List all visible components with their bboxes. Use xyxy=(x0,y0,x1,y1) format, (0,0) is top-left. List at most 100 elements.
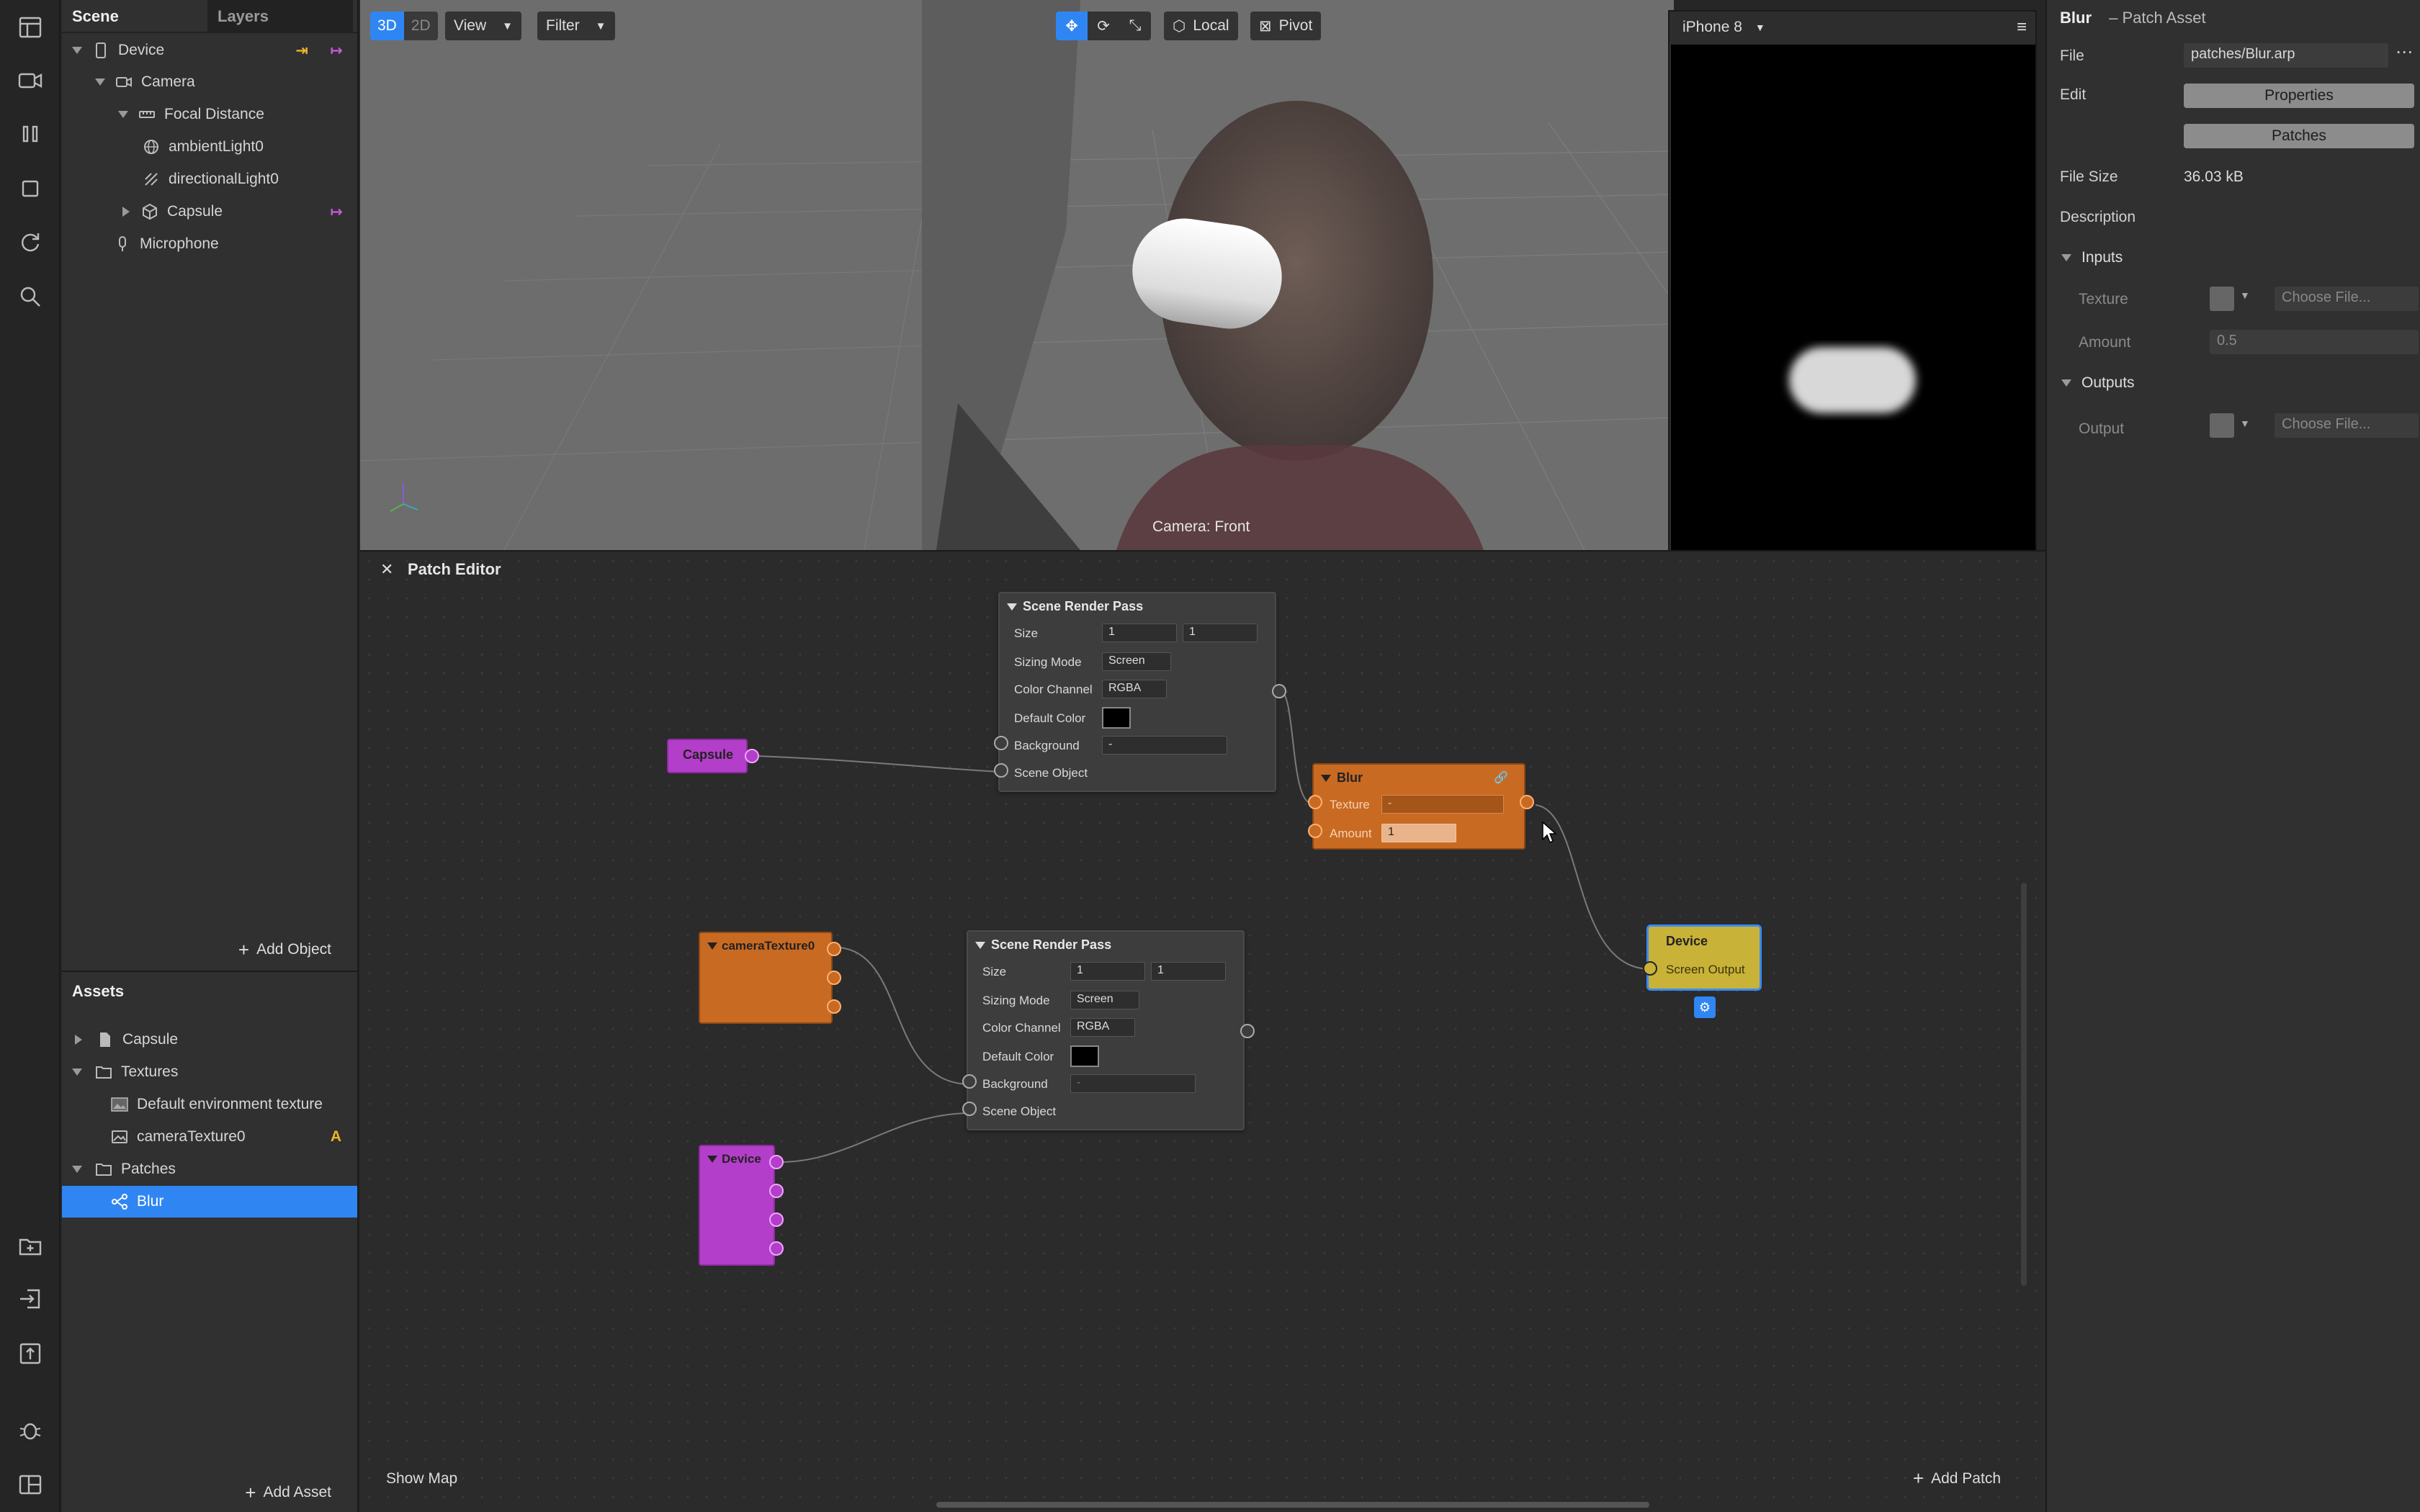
asset-item-blur[interactable]: Blur xyxy=(62,1186,357,1218)
size-x-field[interactable]: 1 xyxy=(1102,624,1177,642)
input-port[interactable] xyxy=(1643,961,1657,976)
output-port[interactable] xyxy=(827,942,841,956)
output-port[interactable] xyxy=(769,1155,784,1169)
size-y-field[interactable]: 1 xyxy=(1183,624,1258,642)
default-color-swatch[interactable] xyxy=(1102,707,1131,729)
export-icon[interactable] xyxy=(17,1341,43,1367)
expand-icon[interactable] xyxy=(122,207,130,217)
pin-icon[interactable]: ⇥ xyxy=(295,42,308,60)
output-swatch[interactable] xyxy=(2210,413,2234,438)
add-folder-icon[interactable] xyxy=(17,1233,43,1259)
color-channel-dropdown[interactable]: RGBA xyxy=(1102,680,1167,698)
expand-icon[interactable] xyxy=(72,1166,82,1173)
outputs-section[interactable]: Outputs xyxy=(2061,374,2135,392)
input-port[interactable] xyxy=(1308,795,1322,809)
mode-2d-button[interactable]: 2D xyxy=(404,12,438,40)
import-icon[interactable] xyxy=(17,1286,43,1312)
view-dropdown[interactable]: View ▼ xyxy=(445,12,521,40)
scale-icon[interactable]: ⤡ xyxy=(1119,12,1151,40)
tab-layers[interactable]: Layers xyxy=(207,0,353,32)
tree-item-capsule[interactable]: Capsule ↦ xyxy=(62,196,357,228)
chevron-down-icon[interactable]: ▼ xyxy=(2240,289,2250,301)
panel-layout-icon[interactable] xyxy=(17,1472,43,1498)
size-y-field[interactable]: 1 xyxy=(1151,962,1226,981)
tree-item-ambient-light[interactable]: ambientLight0 xyxy=(62,131,357,163)
show-map-button[interactable]: Show Map xyxy=(386,1470,457,1488)
asset-item-camera-texture[interactable]: cameraTexture0 A xyxy=(62,1121,357,1153)
camera-texture-node[interactable]: cameraTexture0 xyxy=(699,932,841,1024)
filter-dropdown[interactable]: Filter ▼ xyxy=(537,12,615,40)
output-port[interactable] xyxy=(1272,684,1286,698)
asset-item-patches[interactable]: Patches xyxy=(62,1153,357,1185)
pause-icon[interactable] xyxy=(17,121,43,147)
bug-icon[interactable] xyxy=(17,1417,43,1443)
input-port[interactable] xyxy=(962,1102,977,1116)
device-output-node[interactable]: Device Screen Output xyxy=(1643,924,1762,991)
texture-file-picker[interactable]: Choose File... xyxy=(2275,287,2419,311)
gear-icon[interactable]: ⚙ xyxy=(1694,996,1716,1018)
device-selector[interactable]: iPhone 8 ▼ xyxy=(1682,19,1765,36)
color-channel-dropdown[interactable]: RGBA xyxy=(1070,1018,1135,1037)
add-object-button[interactable]: + Add Object xyxy=(62,933,357,966)
output-port[interactable] xyxy=(769,1212,784,1227)
tab-scene[interactable]: Scene xyxy=(62,0,207,32)
expand-icon[interactable] xyxy=(72,1068,82,1076)
blur-node[interactable]: Blur 🔗 Texture - Amount 1 xyxy=(1308,763,1534,850)
background-dropdown[interactable]: - xyxy=(1102,736,1227,755)
asset-item-capsule[interactable]: Capsule xyxy=(62,1024,357,1056)
capsule-node[interactable]: Capsule xyxy=(667,739,759,773)
texture-swatch[interactable] xyxy=(2210,287,2234,311)
tree-item-focal-distance[interactable]: Focal Distance xyxy=(62,99,357,130)
properties-button[interactable]: Properties xyxy=(2184,84,2414,108)
expand-icon[interactable] xyxy=(72,47,82,54)
patches-button[interactable]: Patches xyxy=(2184,124,2414,148)
device-node[interactable]: Device xyxy=(699,1145,784,1266)
pivot-button[interactable]: ⊠ Pivot xyxy=(1250,12,1322,40)
input-port[interactable] xyxy=(962,1074,977,1089)
horizontal-scrollbar[interactable] xyxy=(936,1502,1649,1508)
mode-3d-button[interactable]: 3D xyxy=(370,12,404,40)
output-port[interactable] xyxy=(769,1241,784,1256)
patch-editor[interactable]: ✕ Patch Editor Scene Render Pass Size 1 … xyxy=(360,550,2045,1512)
more-icon[interactable]: ⋯ xyxy=(2396,42,2413,63)
video-icon[interactable] xyxy=(17,68,43,94)
sizing-mode-dropdown[interactable]: Screen xyxy=(1070,991,1139,1009)
link-icon[interactable]: ↦ xyxy=(330,203,343,221)
viewport[interactable]: 3D 2D View ▼ Filter ▼ ✥ ⟳ ⤡ ⬡ Local ⊠ Pi… xyxy=(360,0,1674,550)
tree-item-directional-light[interactable]: directionalLight0 xyxy=(62,163,357,195)
layout-icon[interactable] xyxy=(17,14,43,40)
link-icon[interactable]: ↦ xyxy=(330,42,343,60)
menu-icon[interactable]: ≡ xyxy=(2017,17,2027,37)
output-port[interactable] xyxy=(1520,795,1534,809)
output-port[interactable] xyxy=(769,1184,784,1198)
output-port[interactable] xyxy=(827,971,841,985)
input-port[interactable] xyxy=(994,736,1008,750)
texture-dropdown[interactable]: - xyxy=(1381,795,1504,814)
file-field[interactable]: patches/Blur.arp xyxy=(2184,43,2388,68)
output-port[interactable] xyxy=(827,999,841,1014)
refresh-icon[interactable] xyxy=(17,229,43,255)
output-port[interactable] xyxy=(1240,1024,1255,1038)
size-x-field[interactable]: 1 xyxy=(1070,962,1145,981)
add-asset-button[interactable]: + Add Asset xyxy=(62,1476,357,1509)
asset-item-default-env-texture[interactable]: Default environment texture xyxy=(62,1089,357,1120)
expand-icon[interactable] xyxy=(118,111,128,118)
amount-field[interactable]: 0.5 xyxy=(2210,330,2419,354)
move-icon[interactable]: ✥ xyxy=(1056,12,1088,40)
output-file-picker[interactable]: Choose File... xyxy=(2275,413,2419,438)
add-patch-button[interactable]: + Add Patch xyxy=(1913,1467,2001,1490)
background-dropdown[interactable]: - xyxy=(1070,1074,1196,1093)
amount-field[interactable]: 1 xyxy=(1381,824,1456,842)
expand-icon[interactable] xyxy=(95,78,105,86)
chevron-down-icon[interactable]: ▼ xyxy=(2240,418,2250,429)
output-port[interactable] xyxy=(745,749,759,763)
default-color-swatch[interactable] xyxy=(1070,1045,1099,1067)
scene-render-pass-node-1[interactable]: Scene Render Pass Size 1 1 Sizing Mode S… xyxy=(994,592,1286,792)
input-port[interactable] xyxy=(1308,824,1322,838)
asset-item-textures[interactable]: Textures xyxy=(62,1056,357,1088)
stop-icon[interactable] xyxy=(17,176,43,202)
local-button[interactable]: ⬡ Local xyxy=(1164,12,1238,40)
vertical-scrollbar[interactable] xyxy=(2021,883,2027,1286)
rotate-icon[interactable]: ⟳ xyxy=(1088,12,1119,40)
search-icon[interactable] xyxy=(17,284,43,310)
